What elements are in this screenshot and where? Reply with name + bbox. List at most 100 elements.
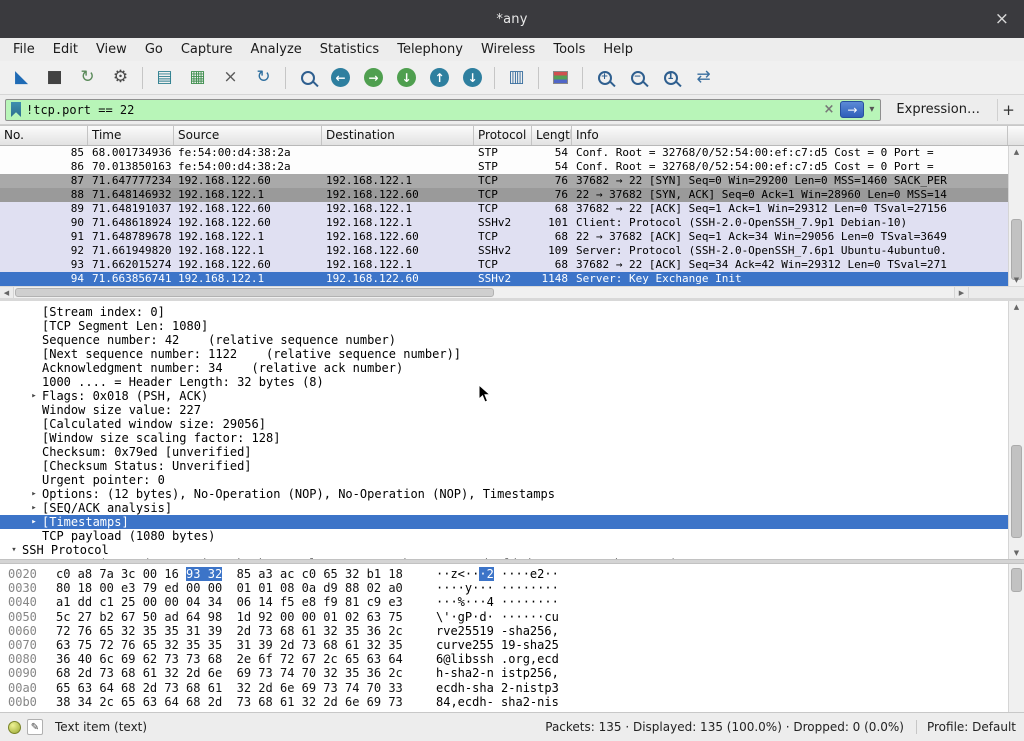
go-to-packet-button[interactable]: ↓ xyxy=(391,64,422,92)
detail-line[interactable]: [Next sequence number: 1122 (relative se… xyxy=(0,347,1024,361)
detail-line[interactable]: TCP payload (1080 bytes) xyxy=(0,529,1024,543)
packet-row-87[interactable]: 8771.647777234192.168.122.60192.168.122.… xyxy=(0,174,1024,188)
hscroll-track[interactable] xyxy=(14,287,954,298)
hex-row-00b0[interactable]: 00b038 34 2c 65 63 64 68 2d 73 68 61 32 … xyxy=(0,695,1024,709)
status-profile[interactable]: Profile: Default xyxy=(916,720,1016,734)
clear-filter-icon[interactable]: × xyxy=(819,102,838,117)
zoom-in-button[interactable]: + xyxy=(589,64,620,92)
menu-capture[interactable]: Capture xyxy=(172,40,242,59)
expand-arrow-icon[interactable]: ▸ xyxy=(26,389,42,403)
detail-line[interactable]: Sequence number: 42 (relative sequence n… xyxy=(0,333,1024,347)
detail-line[interactable]: Urgent pointer: 0 xyxy=(0,473,1024,487)
detail-line[interactable]: ▸Options: (12 bytes), No-Operation (NOP)… xyxy=(0,487,1024,501)
packet-row-88[interactable]: 8871.648146932192.168.122.1192.168.122.6… xyxy=(0,188,1024,202)
auto-scroll-button[interactable]: ▥ xyxy=(501,64,532,92)
go-first-button[interactable]: ↑ xyxy=(424,64,455,92)
menu-analyze[interactable]: Analyze xyxy=(242,40,311,59)
menu-go[interactable]: Go xyxy=(136,40,172,59)
capture-start-button[interactable]: ◣ xyxy=(6,64,37,92)
column-header-source[interactable]: Source xyxy=(174,126,322,145)
zoom-out-button[interactable]: − xyxy=(622,64,653,92)
scrollbar-thumb[interactable] xyxy=(1011,445,1022,538)
scroll-up-arrow-icon[interactable]: ▲ xyxy=(1009,301,1024,313)
column-header-no[interactable]: No. xyxy=(0,126,88,145)
hex-row-0080[interactable]: 008036 40 6c 69 62 73 73 68 2e 6f 72 67 … xyxy=(0,652,1024,666)
scroll-down-arrow-icon[interactable]: ▼ xyxy=(1009,547,1024,559)
scrollbar-thumb[interactable] xyxy=(1011,219,1022,281)
packet-row-89[interactable]: 8971.648191037192.168.122.60192.168.122.… xyxy=(0,202,1024,216)
column-header-time[interactable]: Time xyxy=(88,126,174,145)
packet-list-hscrollbar[interactable]: ◀ ▶ xyxy=(0,286,1024,298)
menu-statistics[interactable]: Statistics xyxy=(311,40,388,59)
apply-filter-button[interactable]: → xyxy=(840,101,864,118)
menu-file[interactable]: File xyxy=(4,40,44,59)
column-header-length[interactable]: Length xyxy=(532,126,572,145)
menu-help[interactable]: Help xyxy=(594,40,642,59)
menu-view[interactable]: View xyxy=(87,40,136,59)
menu-edit[interactable]: Edit xyxy=(44,40,87,59)
packet-row-85[interactable]: 8568.001734936fe:54:00:d4:38:2aSTP54Conf… xyxy=(0,146,1024,160)
file-save-button[interactable]: ▦ xyxy=(182,64,213,92)
scrollbar-thumb[interactable] xyxy=(1011,568,1022,592)
detail-line[interactable]: [Checksum Status: Unverified] xyxy=(0,459,1024,473)
packet-row-93[interactable]: 9371.662015274192.168.122.60192.168.122.… xyxy=(0,258,1024,272)
hex-row-00a0[interactable]: 00a065 63 64 68 2d 73 68 61 32 2d 6e 69 … xyxy=(0,681,1024,695)
column-header-protocol[interactable]: Protocol xyxy=(474,126,532,145)
menu-wireless[interactable]: Wireless xyxy=(472,40,544,59)
capture-restart-button[interactable]: ↻ xyxy=(72,64,103,92)
hex-row-0060[interactable]: 006072 76 65 32 35 35 31 39 2d 73 68 61 … xyxy=(0,624,1024,638)
packet-row-90[interactable]: 9071.648618924192.168.122.60192.168.122.… xyxy=(0,216,1024,230)
display-filter-input[interactable] xyxy=(26,103,819,117)
detail-line[interactable]: [Window size scaling factor: 128] xyxy=(0,431,1024,445)
go-last-button[interactable]: ↓ xyxy=(457,64,488,92)
expand-arrow-icon[interactable]: ▸ xyxy=(26,487,42,501)
details-scrollbar[interactable]: ▲ ▼ xyxy=(1008,301,1024,559)
hscrollbar-thumb[interactable] xyxy=(15,288,494,297)
capture-options-button[interactable]: ⚙ xyxy=(105,64,136,92)
scroll-right-arrow-icon[interactable]: ▶ xyxy=(954,287,968,298)
display-filter-field[interactable]: × → ▾ xyxy=(5,99,881,121)
expand-arrow-icon[interactable]: ▾ xyxy=(6,543,22,557)
detail-line[interactable]: Window size value: 227 xyxy=(0,403,1024,417)
scroll-down-arrow-icon[interactable]: ▼ xyxy=(1009,274,1024,286)
packet-row-92[interactable]: 9271.661949820192.168.122.1192.168.122.6… xyxy=(0,244,1024,258)
capture-comment-icon[interactable]: ✎ xyxy=(27,719,43,735)
file-open-button[interactable]: ▤ xyxy=(149,64,180,92)
packet-row-94[interactable]: 9471.663856741192.168.122.1192.168.122.6… xyxy=(0,272,1024,286)
detail-line[interactable]: [TCP Segment Len: 1080] xyxy=(0,319,1024,333)
packet-row-86[interactable]: 8670.013850163fe:54:00:d4:38:2aSTP54Conf… xyxy=(0,160,1024,174)
expand-arrow-icon[interactable]: ▸ xyxy=(26,501,42,515)
detail-line[interactable]: [Calculated window size: 29056] xyxy=(0,417,1024,431)
detail-line[interactable]: SSH Version 2 (encryption:chacha20-poly1… xyxy=(0,557,1024,559)
find-packet-button[interactable] xyxy=(292,64,323,92)
menu-telephony[interactable]: Telephony xyxy=(388,40,472,59)
detail-line[interactable]: ▸[SEQ/ACK analysis] xyxy=(0,501,1024,515)
hex-scrollbar[interactable] xyxy=(1008,564,1024,712)
add-filter-button-plus[interactable]: + xyxy=(997,99,1019,121)
file-close-button[interactable]: × xyxy=(215,64,246,92)
detail-line[interactable]: ▸[Timestamps] xyxy=(0,515,1024,529)
detail-line[interactable]: ▾SSH Protocol xyxy=(0,543,1024,557)
column-header-destination[interactable]: Destination xyxy=(322,126,474,145)
scroll-left-arrow-icon[interactable]: ◀ xyxy=(0,287,14,298)
reload-button[interactable]: ↻ xyxy=(248,64,279,92)
detail-line[interactable]: [Stream index: 0] xyxy=(0,305,1024,319)
hex-row-0020[interactable]: 0020c0 a8 7a 3c 00 16 93 32 85 a3 ac c0 … xyxy=(0,567,1024,581)
colorize-button[interactable] xyxy=(545,64,576,92)
filter-bookmark-icon[interactable] xyxy=(11,102,21,117)
filter-history-dropdown-icon[interactable]: ▾ xyxy=(866,104,877,115)
column-header-info[interactable]: Info xyxy=(572,126,1008,145)
packet-list-scrollbar[interactable]: ▲ ▼ xyxy=(1008,146,1024,286)
expert-info-icon[interactable] xyxy=(8,721,21,734)
hex-row-0090[interactable]: 009068 2d 73 68 61 32 2d 6e 69 73 74 70 … xyxy=(0,666,1024,680)
expand-arrow-icon[interactable]: ▸ xyxy=(26,515,42,529)
zoom-original-button[interactable]: 1 xyxy=(655,64,686,92)
expression-button[interactable]: Expression… xyxy=(888,100,988,119)
hex-row-0030[interactable]: 003080 18 00 e3 79 ed 00 00 01 01 08 0a … xyxy=(0,581,1024,595)
menu-tools[interactable]: Tools xyxy=(544,40,594,59)
resize-columns-button[interactable]: ⇄ xyxy=(688,64,719,92)
close-window-button[interactable]: × xyxy=(990,9,1014,29)
detail-line[interactable]: ▸Flags: 0x018 (PSH, ACK) xyxy=(0,389,1024,403)
scroll-up-arrow-icon[interactable]: ▲ xyxy=(1009,146,1024,158)
go-back-button[interactable]: ← xyxy=(325,64,356,92)
